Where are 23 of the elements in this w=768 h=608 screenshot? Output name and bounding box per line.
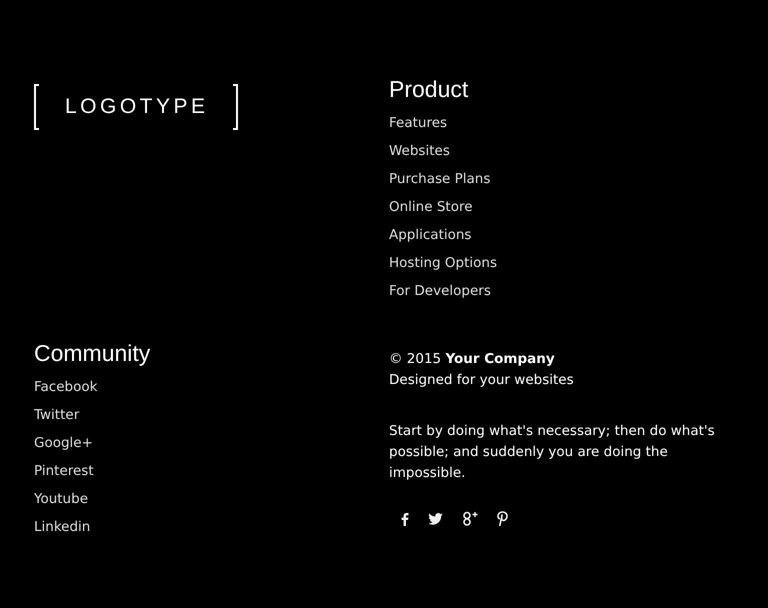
footer-link[interactable]: Websites xyxy=(389,137,450,165)
section-heading: Product xyxy=(389,75,468,103)
footer-link[interactable]: Google+ xyxy=(34,429,93,457)
footer-link[interactable]: Linkedin xyxy=(34,513,90,541)
quote-text: Start by doing what's necessary; then do what's possible; and suddenly you are doing the impossible. xyxy=(389,422,716,483)
section-heading: Community xyxy=(34,339,150,367)
tagline-text: Designed for your websites xyxy=(389,371,574,390)
footer-link[interactable]: Online Store xyxy=(389,193,473,221)
footer-link[interactable]: Purchase Plans xyxy=(389,165,490,193)
footer-link[interactable]: Youtube xyxy=(34,485,88,513)
footer-link[interactable]: Facebook xyxy=(34,373,98,401)
bird-icon[interactable] xyxy=(428,512,443,524)
footer-link[interactable]: Features xyxy=(389,109,448,137)
footer-link[interactable]: Applications xyxy=(389,221,472,249)
copyright-text: © 2015 Your Company xyxy=(389,350,555,369)
logo[interactable]: LOGOTYPE xyxy=(34,83,238,131)
pinterest-icon[interactable] xyxy=(497,511,508,526)
google-plus-icon[interactable] xyxy=(462,511,478,526)
footer-link[interactable]: For Developers xyxy=(389,277,491,305)
facebook-icon[interactable] xyxy=(401,512,409,526)
footer-link[interactable]: Pinterest xyxy=(34,457,94,485)
footer-link[interactable]: Twitter xyxy=(34,401,80,429)
footer-link[interactable]: Hosting Options xyxy=(389,249,497,277)
